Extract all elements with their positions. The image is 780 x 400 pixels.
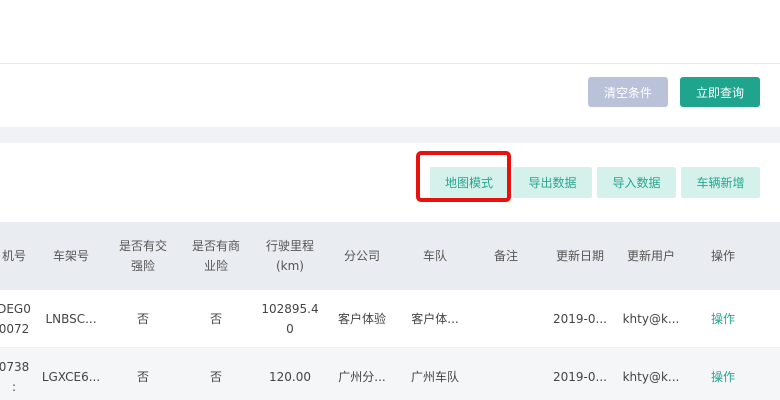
clear-conditions-button[interactable]: 清空条件 <box>588 77 668 107</box>
cell-branch: 客户体验 <box>337 311 386 326</box>
cell-update-date: 2019-0... <box>553 311 607 326</box>
cell-frame-number: LGXCE6... <box>41 370 101 384</box>
cell-remark <box>478 290 534 347</box>
filter-divider <box>0 63 780 64</box>
table-row: 0738 : LGXCE6... 否 否 120.00 广州分... 广州车队 … <box>0 348 780 400</box>
table-header: 机号 车架号 是否有交 强险 是否有商 业险 行驶里程 (km) 分公司 车队 … <box>0 222 780 290</box>
header-commercial-insurance: 是否有商 业险 <box>191 239 240 273</box>
header-remark: 备注 <box>493 249 518 263</box>
table-row: DEG0 0072 LNBSC... 否 否 102895.4 0 客户体验 客… <box>0 290 780 348</box>
header-compulsory-insurance: 是否有交 强险 <box>118 239 167 273</box>
cell-mileage: 102895.4 0 <box>261 301 319 336</box>
query-now-button[interactable]: 立即查询 <box>680 77 760 107</box>
header-branch: 分公司 <box>343 249 380 263</box>
export-data-button[interactable]: 导出数据 <box>513 167 592 198</box>
operation-link[interactable]: 操作 <box>696 290 750 347</box>
section-gap <box>0 127 780 143</box>
cell-compulsory-insurance: 否 <box>136 311 149 326</box>
cell-update-user: khty@k... <box>622 311 680 326</box>
cell-frame-number: LNBSC... <box>45 311 97 326</box>
header-mileage: 行驶里程 (km) <box>265 239 314 273</box>
operation-link[interactable]: 操作 <box>696 348 750 400</box>
cell-update-user: khty@k... <box>622 370 680 384</box>
cell-commercial-insurance: 否 <box>209 311 222 326</box>
header-operation: 操作 <box>710 249 735 263</box>
cell-compulsory-insurance: 否 <box>136 370 149 384</box>
cell-mileage: 120.00 <box>269 370 311 384</box>
filter-panel <box>0 0 780 127</box>
add-vehicle-button[interactable]: 车辆新增 <box>681 167 760 198</box>
header-update-date: 更新日期 <box>555 249 604 263</box>
cell-engine-number: DEG0 0072 <box>0 301 31 336</box>
header-frame-number: 车架号 <box>52 249 89 263</box>
import-data-button[interactable]: 导入数据 <box>597 167 676 198</box>
header-engine-number: 机号 <box>1 249 26 263</box>
cell-branch: 广州分... <box>338 370 386 384</box>
cell-fleet: 广州车队 <box>410 370 459 384</box>
cell-engine-number: 0738 : <box>0 360 30 394</box>
cell-fleet: 客户体... <box>411 311 459 326</box>
header-update-user: 更新用户 <box>626 249 675 263</box>
cell-update-date: 2019-0... <box>553 370 607 384</box>
map-mode-button[interactable]: 地图模式 <box>430 167 508 198</box>
cell-commercial-insurance: 否 <box>209 370 222 384</box>
header-fleet: 车队 <box>422 249 447 263</box>
vehicle-table: 机号 车架号 是否有交 强险 是否有商 业险 行驶里程 (km) 分公司 车队 … <box>0 222 780 400</box>
cell-remark <box>478 348 534 400</box>
